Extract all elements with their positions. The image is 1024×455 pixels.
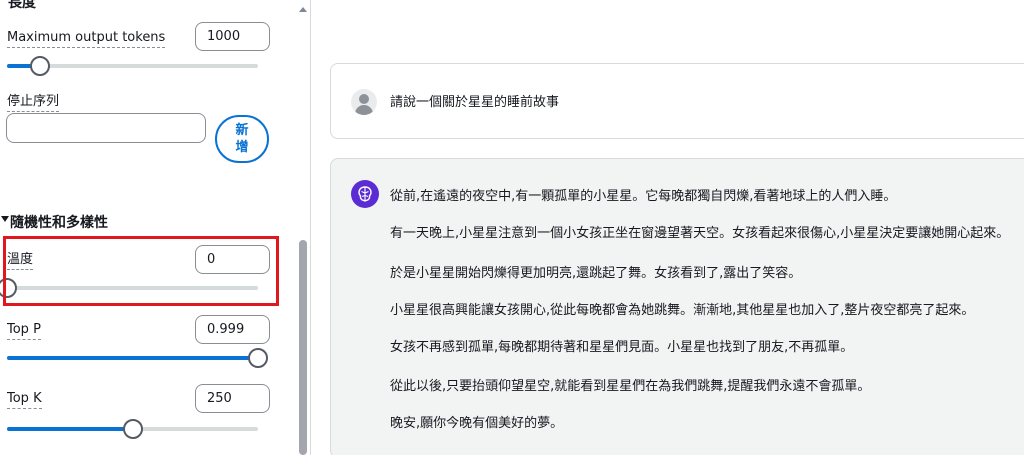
user-message: 請說一個關於星星的睡前故事 xyxy=(330,63,1024,139)
scrollbar-thumb[interactable] xyxy=(299,240,307,455)
settings-panel: 長度 Maximum output tokens 1000 停止序列 新增 隨機… xyxy=(0,0,310,455)
chat-area: 請說一個關於星星的睡前故事 從前,在遙遠的夜空中,有一顆孤單的小星星。它每晚都獨… xyxy=(311,0,1024,455)
user-avatar-icon xyxy=(351,89,377,115)
assistant-paragraph: 晚安,願你今晚有個美好的夢。 xyxy=(390,416,564,431)
top-k-input[interactable]: 250 xyxy=(195,384,270,413)
assistant-paragraph: 從前,在遙遠的夜空中,有一顆孤單的小星星。它每晚都獨自閃爍,看著地球上的人們入睡… xyxy=(390,189,897,204)
top-p-label: Top P xyxy=(7,322,41,340)
stop-sequence-label: 停止序列 xyxy=(7,94,60,112)
assistant-paragraph: 有一天晚上,小星星注意到一個小女孩正坐在窗邊望著天空。女孩看起來很傷心,小星星決… xyxy=(390,226,1010,241)
max-tokens-slider-thumb[interactable] xyxy=(29,56,50,76)
top-k-slider-thumb[interactable] xyxy=(122,419,143,439)
assistant-paragraph: 女孩不再感到孤單,每晚都期待著和星星們見面。小星星也找到了朋友,不再孤單。 xyxy=(390,340,854,355)
top-p-slider-fill xyxy=(7,356,258,360)
stop-sequence-input[interactable] xyxy=(6,113,206,143)
brain-icon xyxy=(351,180,379,208)
top-k-slider-fill xyxy=(7,427,133,431)
section-title-randomness[interactable]: 隨機性和多樣性 xyxy=(10,212,108,232)
top-k-slider[interactable] xyxy=(7,419,258,439)
top-p-slider[interactable] xyxy=(7,348,268,368)
top-p-input[interactable]: 0.999 xyxy=(195,315,270,344)
assistant-paragraph: 小星星很高興能讓女孩開心,從此每晚都會為她跳舞。漸漸地,其他星星也加入了,整片夜… xyxy=(390,303,975,318)
top-p-slider-thumb[interactable] xyxy=(248,348,268,368)
highlight-box xyxy=(3,236,279,306)
add-stop-sequence-button[interactable]: 新增 xyxy=(215,115,269,163)
max-tokens-slider[interactable] xyxy=(7,56,258,76)
assistant-paragraph: 從此以後,只要抬頭仰望星空,就能看到星星們在為我們跳舞,提醒我們永遠不會孤單。 xyxy=(390,379,871,394)
scroll-up-arrow-icon[interactable] xyxy=(299,7,307,12)
caret-down-icon[interactable] xyxy=(1,216,9,222)
add-button-label: 新增 xyxy=(235,123,249,155)
user-message-text: 請說一個關於星星的睡前故事 xyxy=(390,95,560,110)
top-k-label: Top K xyxy=(7,391,42,409)
assistant-message: 從前,在遙遠的夜空中,有一顆孤單的小星星。它每晚都獨自閃爍,看著地球上的人們入睡… xyxy=(330,158,1024,455)
playground-app: 長度 Maximum output tokens 1000 停止序列 新增 隨機… xyxy=(0,0,1024,455)
max-tokens-input[interactable]: 1000 xyxy=(195,22,270,51)
max-tokens-label: Maximum output tokens xyxy=(7,30,166,48)
settings-scrollbar[interactable] xyxy=(296,0,310,455)
section-title-length: 長度 xyxy=(8,0,36,11)
assistant-paragraph: 於是小星星開始閃爍得更加明亮,還跳起了舞。女孩看到了,露出了笑容。 xyxy=(390,266,802,281)
